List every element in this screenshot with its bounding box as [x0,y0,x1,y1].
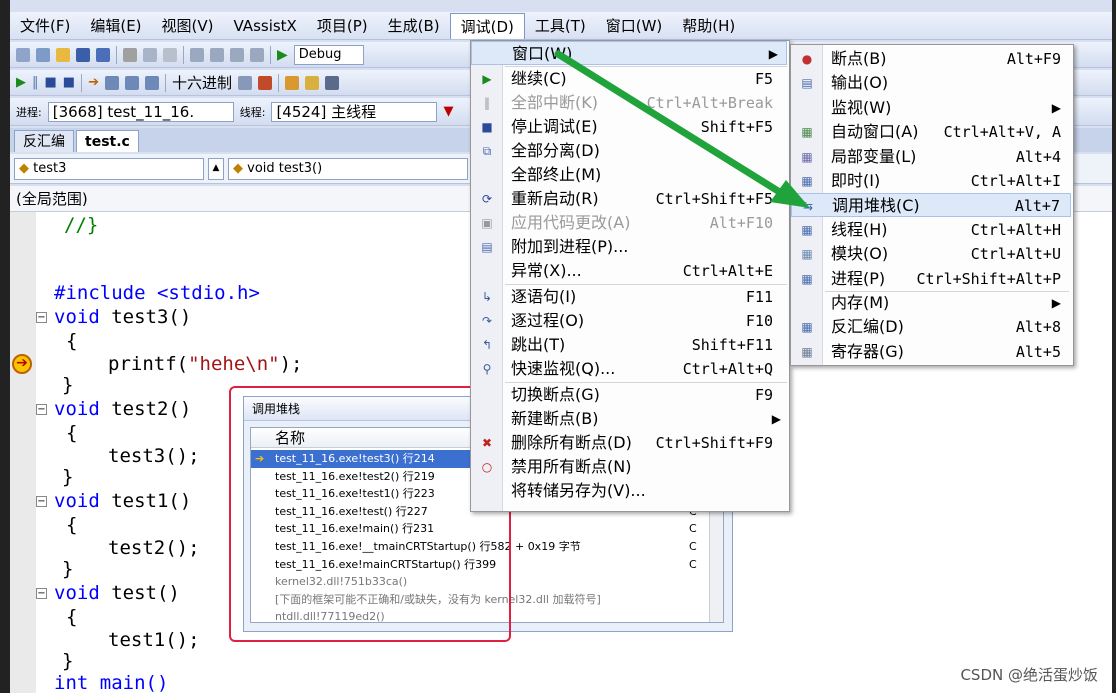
annotation-arrow-icon [554,50,810,208]
ide-window: 文件(F) 编辑(E) 视图(V) VAssistX 项目(P) 生成(B) 调… [10,0,1112,693]
watermark: CSDN @绝活蛋炒饭 [956,664,1102,685]
